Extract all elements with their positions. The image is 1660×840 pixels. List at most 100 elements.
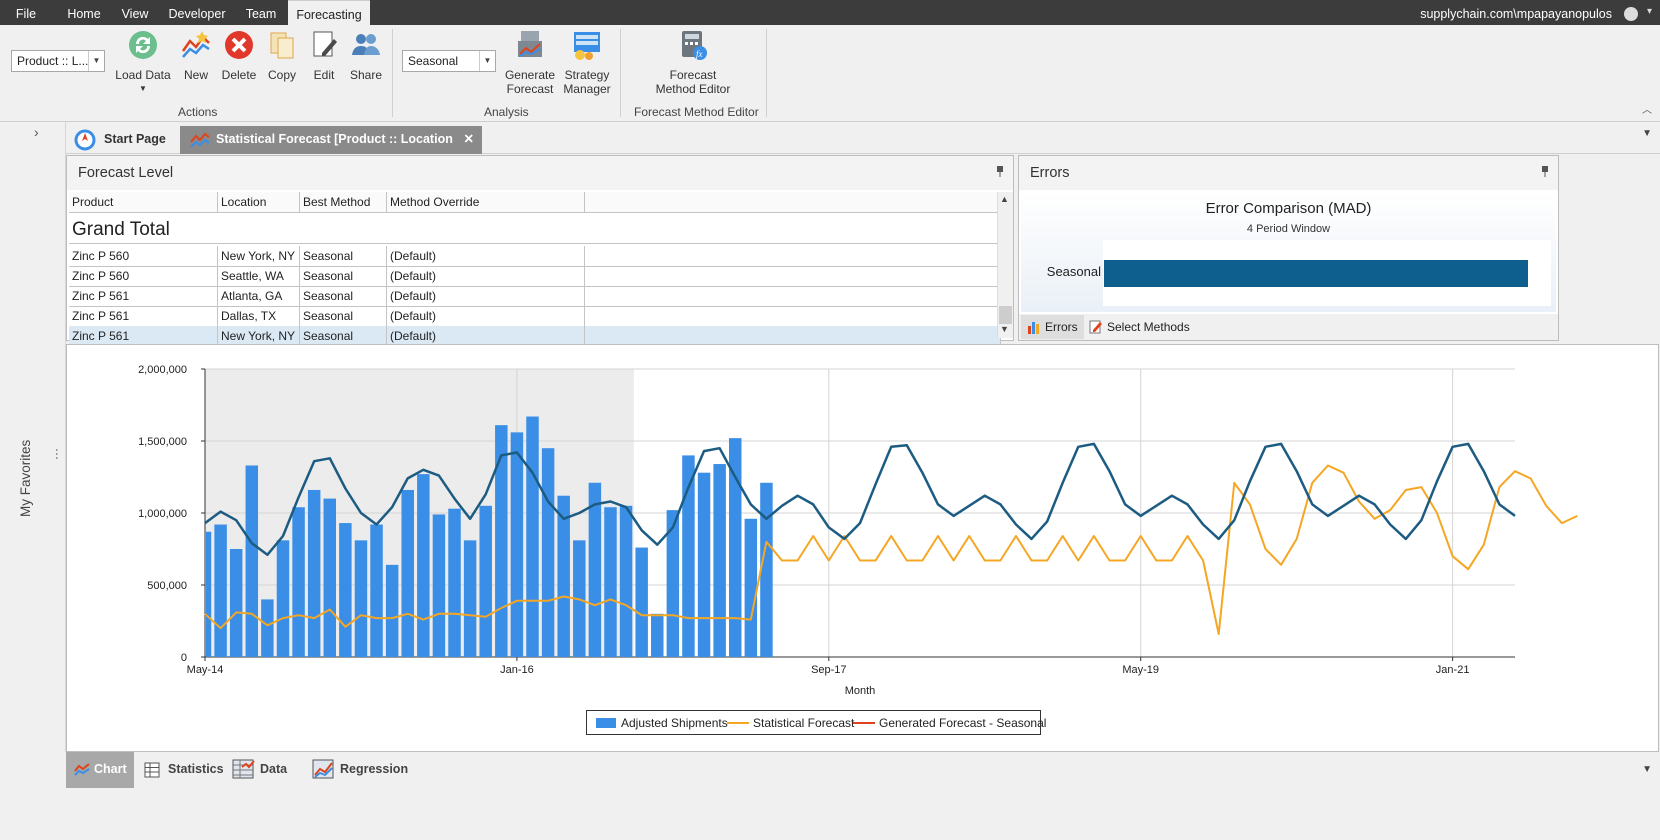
legend-swatch-statistical-forecast [727, 722, 749, 724]
generate-forecast-button[interactable]: Generate Forecast [504, 29, 556, 96]
strategy-manager-button[interactable]: Strategy Manager [560, 29, 614, 96]
tab-errors[interactable]: Errors [1021, 315, 1084, 339]
bar-chart-icon [1028, 322, 1039, 334]
table-cell[interactable] [585, 286, 1001, 306]
tab-chart[interactable]: Chart [66, 752, 134, 788]
bar-adjusted-shipments [651, 613, 664, 657]
account-name[interactable]: supplychain.com\mpapayanopulos [1420, 0, 1612, 28]
load-data-button[interactable]: Load Data ▼ [114, 29, 172, 96]
table-cell[interactable]: (Default) [387, 266, 585, 286]
tab-statistical-forecast[interactable]: Statistical Forecast [Product :: Locatio… [180, 126, 482, 173]
splitter-grip-icon[interactable]: ⋯ [50, 448, 64, 460]
table-row[interactable]: Zinc P 560 Seattle, WA Seasonal (Default) [69, 266, 1001, 287]
forecast-level-combo[interactable]: Product :: L... ▼ [11, 50, 105, 72]
forecast-chart[interactable]: 2,000,0001,500,0001,000,000500,0000May-1… [67, 345, 1658, 751]
table-cell[interactable] [585, 266, 1001, 286]
collapse-ribbon-icon[interactable]: ︿ [1642, 101, 1652, 116]
scroll-down-icon[interactable]: ▼ [1000, 324, 1009, 334]
menu-tab-developer[interactable]: Developer [164, 0, 230, 25]
tab-chart-label: Chart [94, 762, 127, 776]
forecast-method-editor-button[interactable]: fx Forecast Method Editor [652, 29, 734, 96]
vertical-scrollbar[interactable]: ▲ ▼ [997, 192, 1013, 338]
y-tick-label: 2,000,000 [138, 364, 187, 376]
table-cell[interactable]: Seasonal [300, 266, 387, 286]
bar-adjusted-shipments [339, 523, 352, 657]
user-avatar-icon[interactable] [1624, 7, 1638, 21]
generate-label-2: Forecast [506, 82, 554, 96]
share-button[interactable]: Share [346, 29, 386, 82]
error-bar-label: Seasonal [1046, 264, 1101, 279]
grid-header-row: Product Location Best Method Method Over… [69, 192, 1001, 213]
tab-data[interactable]: Data [232, 752, 302, 788]
menu-file[interactable]: File [8, 0, 44, 25]
editor-label-2: Method Editor [655, 82, 731, 96]
menu-tab-view[interactable]: View [114, 0, 156, 25]
ribbon-separator [766, 29, 767, 117]
pin-icon[interactable] [996, 166, 1004, 177]
table-cell[interactable]: Zinc P 560 [69, 246, 218, 266]
table-row[interactable]: Zinc P 561 Dallas, TX Seasonal (Default) [69, 306, 1001, 327]
column-header-best-method[interactable]: Best Method [300, 192, 387, 212]
table-cell[interactable]: (Default) [387, 326, 585, 346]
bar-adjusted-shipments [495, 425, 508, 657]
chevron-down-icon[interactable]: ▼ [479, 51, 495, 71]
bar-adjusted-shipments [307, 489, 321, 657]
method-combo[interactable]: Seasonal ▼ [402, 50, 496, 72]
menu-tab-forecasting[interactable]: Forecasting [288, 0, 370, 25]
table-cell[interactable]: Zinc P 561 [69, 326, 218, 346]
table-cell[interactable] [585, 306, 1001, 326]
column-header-method-override[interactable]: Method Override [387, 192, 585, 212]
tab-statistics[interactable]: Statistics [140, 752, 224, 788]
start-page-compass-icon [74, 129, 96, 151]
table-cell[interactable]: Dallas, TX [218, 306, 300, 326]
expand-chevron-icon[interactable]: › [34, 124, 39, 140]
table-row[interactable]: Zinc P 561 Atlanta, GA Seasonal (Default) [69, 286, 1001, 307]
grand-total-row[interactable]: Grand Total [69, 214, 1001, 244]
error-chart-subtitle: 4 Period Window [1246, 223, 1331, 235]
table-cell[interactable]: (Default) [387, 246, 585, 266]
view-options-dropdown-icon[interactable]: ▼ [1642, 764, 1652, 775]
editor-label-1: Forecast [669, 68, 717, 82]
edit-label: Edit [313, 68, 335, 82]
table-cell[interactable]: Zinc P 560 [69, 266, 218, 286]
tab-start-page[interactable]: Start Page [68, 126, 176, 154]
table-cell[interactable]: Seasonal [300, 286, 387, 306]
table-cell[interactable]: Zinc P 561 [69, 286, 218, 306]
tab-regression[interactable]: Regression [312, 752, 412, 788]
actions-group-label: Actions [178, 105, 218, 119]
table-cell[interactable]: Seasonal [300, 306, 387, 326]
menu-tab-home[interactable]: Home [60, 0, 108, 25]
copy-button[interactable]: Copy [264, 29, 300, 82]
close-tab-icon[interactable]: ✕ [464, 126, 474, 153]
delete-button[interactable]: Delete [220, 29, 258, 82]
table-cell[interactable] [585, 326, 1001, 346]
bar-adjusted-shipments [619, 505, 633, 657]
table-cell[interactable]: (Default) [387, 306, 585, 326]
table-cell[interactable]: Seasonal [300, 246, 387, 266]
load-data-dropdown-icon[interactable]: ▼ [114, 82, 172, 96]
tab-list-dropdown-icon[interactable]: ▼ [1642, 128, 1652, 139]
edit-button[interactable]: Edit [306, 29, 342, 82]
table-cell[interactable]: Zinc P 561 [69, 306, 218, 326]
table-cell[interactable]: Seasonal [300, 326, 387, 346]
pin-icon[interactable] [1541, 166, 1549, 177]
bar-adjusted-shipments [510, 432, 524, 657]
column-header-location[interactable]: Location [218, 192, 300, 212]
table-cell[interactable]: Seattle, WA [218, 266, 300, 286]
scroll-up-icon[interactable]: ▲ [1000, 194, 1009, 204]
table-cell[interactable]: Atlanta, GA [218, 286, 300, 306]
account-caret-icon[interactable]: ▾ [1647, 6, 1652, 17]
table-cell[interactable]: (Default) [387, 286, 585, 306]
table-cell[interactable]: New York, NY [218, 326, 300, 346]
tab-select-methods[interactable]: Select Methods [1083, 315, 1196, 339]
new-button[interactable]: New [178, 29, 214, 82]
my-favorites-label[interactable]: My Favorites [18, 440, 33, 517]
scrollbar-thumb[interactable] [999, 306, 1012, 324]
menu-tab-team[interactable]: Team [238, 0, 284, 25]
chevron-down-icon[interactable]: ▼ [88, 51, 104, 71]
column-header-product[interactable]: Product [69, 192, 218, 212]
table-cell[interactable]: New York, NY [218, 246, 300, 266]
table-cell[interactable] [585, 246, 1001, 266]
bar-adjusted-shipments [760, 482, 773, 657]
table-row[interactable]: Zinc P 560 New York, NY Seasonal (Default) [69, 246, 1001, 267]
